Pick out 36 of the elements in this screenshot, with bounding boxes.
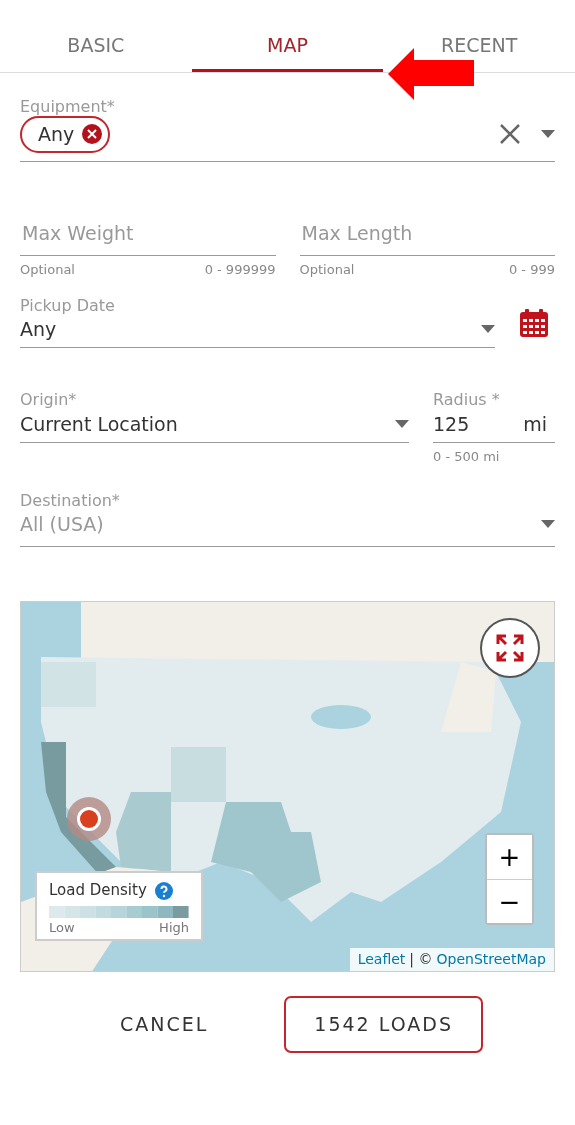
location-marker-icon [66, 796, 112, 843]
legend-title: Load Density [49, 880, 147, 902]
expand-icon [495, 633, 525, 664]
range-hint: 0 - 999 [508, 261, 555, 280]
attribution-link[interactable]: OpenStreetMap [436, 949, 546, 971]
tab[interactable]: BASIC [0, 0, 192, 72]
legend-high-label: High [159, 918, 189, 937]
legend-low-label: Low [49, 918, 75, 937]
calendar-icon[interactable] [519, 308, 549, 339]
attribution-text: | © [409, 950, 433, 970]
tab[interactable]: MAP [191, 0, 384, 72]
caret-icon [481, 325, 495, 334]
radius-field[interactable]: 125 mi [433, 409, 555, 444]
clear-icon[interactable] [499, 123, 521, 146]
pickup-date-dropdown[interactable]: Any [20, 314, 495, 349]
zoom-out-button[interactable]: − [487, 879, 532, 924]
field-label: Equipment* [20, 97, 116, 117]
equipment-chip[interactable]: Any [20, 116, 111, 153]
remove-icon[interactable] [82, 124, 103, 145]
origin-dropdown[interactable]: Current Location [20, 409, 409, 444]
field-label: Destination* [20, 490, 121, 510]
caret-icon [395, 419, 409, 428]
attribution-link[interactable]: Leaflet [357, 949, 406, 971]
help-icon[interactable] [154, 881, 173, 900]
helper-text: Optional [299, 261, 355, 280]
equipment-field[interactable]: Any [20, 116, 555, 162]
range-hint: 0 - 500 mi [433, 448, 501, 467]
field-label: Radius * [433, 390, 501, 410]
caret-icon [541, 520, 555, 528]
helper-text: Optional [20, 261, 75, 280]
field-label: Pickup Date [20, 295, 116, 315]
range-hint: 0 - 999999 [204, 261, 276, 280]
field-label: Origin* [20, 390, 78, 410]
tab[interactable]: RECENT [383, 0, 575, 72]
loads-button[interactable]: 1542 LOADS [284, 996, 483, 1053]
caret-icon [541, 130, 555, 139]
